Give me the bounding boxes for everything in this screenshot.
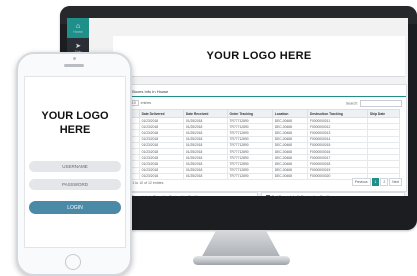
entries-label: entries: [140, 101, 152, 105]
phone-logo-line1: YOUR LOGO: [41, 110, 109, 122]
info-card[interactable]: Pod Boxes Info At Destruction Facility: [260, 192, 405, 196]
pagination-item[interactable]: 1: [371, 178, 380, 186]
table-header-row: Date Delivered Date Received Order Trackin…: [118, 109, 401, 118]
pagination: Previous 1 2 Next: [351, 178, 402, 186]
search-control: Search:: [346, 100, 402, 107]
info-card-title: Pod Boxes Info In Transit to Destruction…: [124, 195, 200, 196]
pagination-item[interactable]: Previous: [351, 178, 371, 186]
bottom-cards: Pod Boxes Info In Transit to Destruction…: [113, 192, 405, 196]
column-header[interactable]: Ship Date: [366, 109, 401, 118]
table-body: 01/23/2018 01/25/2018 TR77712890 DEC-00468 F…: [118, 116, 401, 180]
column-header[interactable]: Destruction Tracking: [306, 109, 368, 118]
camera-icon: [73, 57, 76, 60]
table-cell: 01/25/2018: [182, 172, 228, 180]
info-card[interactable]: Pod Boxes Info In Transit to Destruction…: [113, 192, 258, 196]
monitor-base: [193, 256, 290, 265]
column-header[interactable]: Location: [271, 109, 308, 118]
logo-text: YOUR LOGO HERE: [206, 50, 312, 62]
login-button[interactable]: LOGIN: [29, 201, 121, 214]
username-field[interactable]: USERNAME: [29, 161, 121, 172]
home-icon: ⌂: [75, 22, 81, 30]
box-icon: [265, 195, 270, 196]
phone-logo: YOUR LOGO HERE: [25, 109, 125, 137]
mobile-phone: YOUR LOGO HERE USERNAME PASSWORD LOGIN: [16, 52, 132, 276]
pagination-item[interactable]: 2: [380, 178, 389, 186]
pod-boxes-table: Date Delivered Date Received Order Trackin…: [118, 109, 401, 180]
column-header[interactable]: Date Received: [182, 109, 228, 118]
sidebar-item-label: Home: [73, 29, 83, 34]
search-label: Search:: [345, 101, 358, 106]
divider: [114, 96, 406, 97]
info-card-title: Pod Boxes Info At Destruction Facility: [272, 195, 332, 196]
sidebar-item-home[interactable]: ⌂ Home: [67, 18, 89, 38]
home-button[interactable]: [65, 254, 81, 270]
logo-banner: YOUR LOGO HERE: [113, 36, 405, 77]
pod-boxes-panel: Pod Boxes Info In House Show 10 entries …: [113, 84, 407, 192]
table-cell: DEC-00468: [271, 172, 308, 180]
phone-screen: YOUR LOGO HERE USERNAME PASSWORD LOGIN: [24, 76, 126, 248]
phone-logo-line2: HERE: [59, 124, 91, 136]
search-input[interactable]: [360, 100, 402, 107]
table-cell: TR77712890: [226, 172, 273, 180]
table-cell: 01/23/2018: [138, 172, 184, 180]
send-icon: ➤: [75, 42, 81, 50]
pagination-item[interactable]: Next: [389, 178, 402, 186]
speaker-grille: [64, 64, 84, 67]
password-field[interactable]: PASSWORD: [29, 179, 121, 190]
column-header[interactable]: Order Tracking: [226, 109, 273, 118]
column-header[interactable]: Date Delivered: [138, 109, 184, 118]
main-content: YOUR LOGO HERE Pod Boxes Info In House S…: [89, 18, 408, 196]
